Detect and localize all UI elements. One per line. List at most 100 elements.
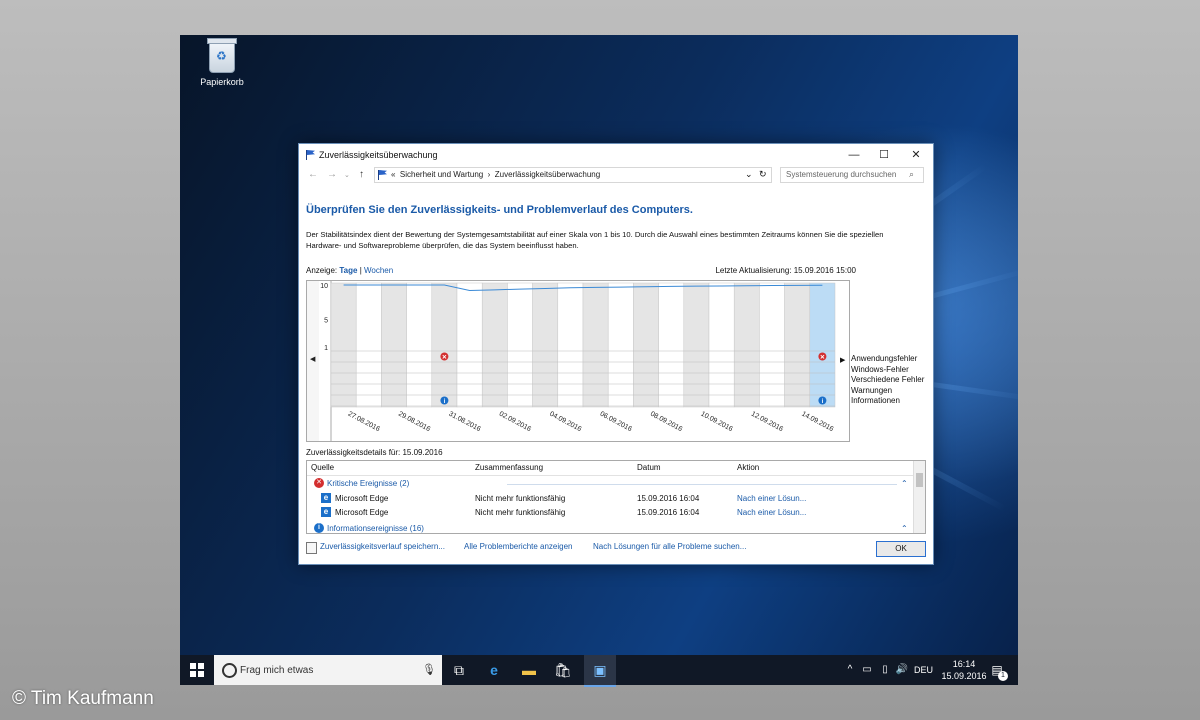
x-tick-label: 27.08.2016 (347, 411, 381, 434)
col-source[interactable]: Quelle (311, 463, 334, 472)
row-date: 15.09.2016 16:04 (637, 508, 700, 517)
breadcrumb-security[interactable]: Sicherheit und Wartung (400, 170, 483, 179)
table-row[interactable]: e Microsoft Edge Nicht mehr funktionsfäh… (307, 506, 913, 520)
details-table: Quelle Zusammenfassung Datum Aktion ^ ✕ … (306, 460, 926, 534)
flag-icon (306, 150, 315, 160)
row-source: Microsoft Edge (335, 494, 389, 503)
day-column (557, 282, 584, 408)
col-date[interactable]: Datum (637, 463, 661, 472)
day-column (406, 282, 433, 408)
details-label: Zuverlässigkeitsdetails für: 15.09.2016 (306, 448, 443, 457)
all-reports-link[interactable]: Alle Problemberichte anzeigen (464, 542, 573, 551)
row-action-link[interactable]: Nach einer Lösun... (737, 508, 806, 517)
refresh-icon[interactable]: ↻ (759, 169, 767, 180)
x-tick-label: 31.08.2016 (447, 411, 481, 434)
clock-time[interactable]: 16:14 (944, 659, 984, 669)
scrollbar-thumb[interactable] (916, 473, 923, 487)
x-tick-label: 12.09.2016 (750, 411, 784, 434)
row-summary: Nicht mehr funktionsfähig (475, 508, 566, 517)
edge-icon: e (321, 493, 331, 503)
language-indicator[interactable]: DEU (914, 665, 933, 675)
microphone-icon[interactable]: 🎙 (422, 663, 436, 676)
edge-taskbar-icon[interactable]: e (485, 661, 503, 679)
collapse-chevron-icon[interactable]: ⌃ (901, 524, 908, 533)
windows-start-icon[interactable] (188, 661, 206, 679)
show-hidden-icons-chevron[interactable]: ^ (841, 661, 859, 679)
sort-chevron-icon: ^ (679, 460, 683, 465)
up-arrow-icon[interactable]: ↑ (359, 169, 364, 180)
breadcrumb-reliability[interactable]: Zuverlässigkeitsüberwachung (495, 170, 600, 179)
legend-app-errors: Anwendungsfehler (851, 354, 918, 363)
col-summary[interactable]: Zusammenfassung (475, 463, 543, 472)
row-action-link[interactable]: Nach einer Lösun... (737, 494, 806, 503)
file-explorer-icon[interactable]: ▬ (520, 661, 538, 679)
taskbar-search-placeholder: Frag mich etwas (240, 665, 314, 676)
search-icon: ⌕ (909, 169, 915, 179)
table-header: Quelle Zusammenfassung Datum Aktion ^ (307, 461, 913, 476)
chevron-down-icon[interactable]: ⌄ (745, 169, 753, 180)
group-critical[interactable]: ✕ Kritische Ereignisse (2) ⌃ (307, 477, 913, 491)
maximize-button[interactable]: ☐ (870, 147, 898, 163)
day-column (708, 282, 735, 408)
chart-legend: Anwendungsfehler Windows-Fehler Verschie… (851, 354, 924, 407)
day-column (658, 282, 685, 408)
day-column (683, 282, 710, 408)
reliability-monitor-window: Zuverlässigkeitsüberwachung — ☐ ✕ ← → ⌄ … (298, 143, 934, 565)
active-app-icon[interactable]: ▣ (584, 655, 616, 687)
stability-chart[interactable]: ◀ 10 5 1 ✕ ✕ i i 27.08.2016 29.08.2016 31.08.2016 0… (306, 280, 850, 442)
network-icon[interactable]: ▭ (858, 661, 876, 679)
table-row[interactable]: e Microsoft Edge Nicht mehr funktionsfäh… (307, 492, 913, 506)
x-tick-label: 29.08.2016 (397, 411, 431, 434)
recent-chevron-icon[interactable]: ⌄ (344, 171, 350, 179)
chart-scroll-right-icon[interactable]: ▶ (840, 356, 845, 364)
collapse-chevron-icon[interactable]: ⌃ (901, 479, 908, 488)
address-box[interactable]: « Sicherheit und Wartung › Zuverlässigke… (374, 167, 772, 183)
x-tick-label: 04.09.2016 (548, 411, 582, 434)
power-icon[interactable]: ▯ (876, 661, 894, 679)
edge-icon: e (321, 507, 331, 517)
store-icon[interactable]: 🛍 (554, 661, 572, 679)
title-bar[interactable]: Zuverlässigkeitsüberwachung — ☐ ✕ (299, 144, 933, 166)
day-column (633, 282, 659, 408)
notification-badge: 1 (998, 671, 1008, 681)
x-tick-label: 02.09.2016 (498, 411, 532, 434)
task-view-icon[interactable]: ⧉ (450, 661, 468, 679)
cortana-icon (222, 663, 237, 678)
view-days-link[interactable]: Tage (339, 266, 357, 275)
row-summary: Nicht mehr funktionsfähig (475, 494, 566, 503)
find-solutions-link[interactable]: Nach Lösungen für alle Probleme suchen..… (593, 542, 746, 551)
y-tick-label: 10 (320, 283, 328, 290)
search-placeholder: Systemsteuerung durchsuchen (786, 170, 897, 179)
ok-button[interactable]: OK (876, 541, 926, 557)
recycle-bin[interactable]: Papierkorb (194, 38, 250, 87)
minimize-button[interactable]: — (840, 147, 868, 163)
clock-date[interactable]: 15.09.2016 (938, 671, 990, 681)
volume-icon[interactable]: 🔊 (893, 661, 911, 679)
flag-icon (378, 170, 387, 180)
error-icon: ✕ (314, 478, 324, 488)
last-update: Letzte Aktualisierung: 15.09.2016 15:00 (715, 266, 856, 275)
legend-windows-errors: Windows-Fehler (851, 364, 909, 374)
taskbar-search-input[interactable]: Frag mich etwas 🎙 (214, 655, 442, 685)
view-weeks-link[interactable]: Wochen (364, 266, 393, 275)
group-info-label: Informationsereignisse (16) (327, 524, 424, 533)
day-column (481, 282, 508, 408)
back-arrow-icon[interactable]: ← (308, 169, 318, 180)
x-tick-label: 10.09.2016 (699, 411, 733, 434)
day-column (582, 282, 609, 408)
group-divider (507, 484, 897, 485)
description: Der Stabilitätsindex dient der Bewertung… (306, 230, 884, 250)
table-scrollbar[interactable] (913, 461, 925, 533)
x-tick-label: 06.09.2016 (599, 411, 633, 434)
close-button[interactable]: ✕ (902, 147, 930, 163)
day-column (607, 282, 634, 408)
event-icon-glyph: ✕ (442, 354, 447, 361)
x-tick-label: 14.09.2016 (800, 411, 834, 434)
forward-arrow-icon[interactable]: → (327, 169, 337, 180)
search-input[interactable]: Systemsteuerung durchsuchen ⌕ (780, 167, 924, 183)
chart-scroll-left-icon: ◀ (310, 356, 316, 363)
col-action[interactable]: Aktion (737, 463, 759, 472)
save-history-link[interactable]: Zuverlässigkeitsverlauf speichern... (320, 542, 445, 551)
group-info[interactable]: i Informationsereignisse (16) ⌃ (307, 522, 913, 533)
info-icon: i (314, 523, 324, 533)
